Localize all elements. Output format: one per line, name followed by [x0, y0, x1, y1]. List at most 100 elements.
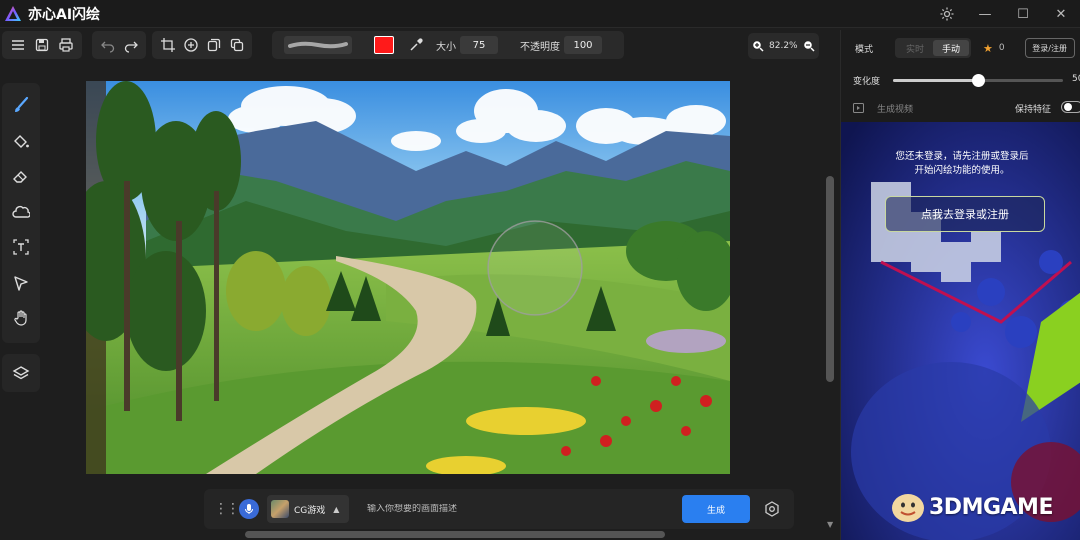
gear-icon: [940, 7, 954, 21]
menu-button[interactable]: [6, 33, 30, 57]
zoom-level: 82.2%: [769, 41, 798, 51]
go-login-button[interactable]: 点我去登录或注册: [885, 196, 1045, 232]
style-thumbnail: [271, 500, 289, 518]
redo-button[interactable]: [119, 33, 142, 57]
shape-tool[interactable]: [5, 196, 37, 228]
text-tool[interactable]: [5, 231, 37, 263]
select-tool[interactable]: [5, 267, 37, 299]
watermark: 3DMGAME: [889, 490, 1053, 524]
app-logo-icon: [5, 5, 21, 21]
login-prompt-line-2: 开始闪绘功能的使用。: [914, 165, 1010, 176]
mode-option-realtime[interactable]: 实时: [897, 40, 933, 56]
maximize-icon: ☐: [1017, 6, 1029, 22]
history-tools: [92, 31, 146, 59]
close-icon: ✕: [1055, 6, 1067, 22]
eyedropper-icon: [410, 38, 423, 51]
variation-row: 变化度 50: [841, 72, 1080, 88]
watermark-text: 3DMGAME: [929, 494, 1053, 520]
brush-settings: 大小 75 不透明度 100: [272, 31, 624, 59]
variation-label: 变化度: [853, 76, 881, 87]
zoom-out-icon[interactable]: [803, 40, 815, 52]
opacity-input[interactable]: 100: [564, 36, 602, 54]
variation-slider[interactable]: [893, 74, 1063, 87]
voice-input-button[interactable]: [239, 499, 259, 519]
watermark-mascot-icon: [892, 494, 924, 522]
opacity-label: 不透明度: [520, 41, 560, 53]
caret-up-icon: ▲: [333, 504, 340, 514]
brush-tool[interactable]: [5, 89, 37, 121]
prompt-input[interactable]: [367, 504, 667, 514]
brush-color-swatch[interactable]: [374, 36, 394, 54]
promo-artwork: [841, 122, 1080, 540]
copy-icon: [230, 38, 243, 52]
zoom-control: 82.2%: [748, 33, 819, 59]
zoom-in-icon[interactable]: [752, 40, 764, 52]
points-count: 0: [998, 43, 1005, 53]
prompt-bar: ⋮⋮ CG游戏 ▲ 生成: [204, 489, 794, 529]
eraser-icon: [13, 171, 27, 183]
keep-feature-label: 保持特征: [1015, 105, 1052, 115]
video-row: 生成视频 保持特征: [841, 100, 1080, 116]
add-button[interactable]: [179, 33, 202, 57]
cloud-shape-icon: [12, 205, 30, 218]
mode-label: 模式: [855, 44, 874, 55]
undo-button[interactable]: [96, 33, 119, 57]
tool-palette: [2, 83, 40, 343]
drawing-canvas[interactable]: [86, 81, 730, 474]
style-label: CG游戏: [294, 505, 326, 516]
text-icon: [13, 239, 29, 255]
minimize-icon: —: [978, 6, 992, 22]
horizontal-scrollbar[interactable]: [245, 531, 665, 538]
keep-feature-toggle[interactable]: [1061, 101, 1080, 113]
toggle-knob: [1064, 103, 1072, 111]
menu-icon: [12, 40, 24, 50]
crop-icon: [160, 38, 175, 52]
duplicate-icon: [207, 38, 220, 52]
save-button[interactable]: [30, 33, 54, 57]
hand-tool[interactable]: [5, 302, 37, 334]
login-promo-panel: 您还未登录，请先注册或登录后 开始闪绘功能的使用。 点我去登录或注册 3DMGA…: [841, 122, 1080, 540]
fill-tool[interactable]: [5, 125, 37, 157]
maximize-button[interactable]: ☐: [1004, 0, 1042, 28]
toolbar: 大小 75 不透明度 100 82.2%: [0, 30, 838, 60]
style-selector[interactable]: CG游戏 ▲: [267, 495, 349, 523]
vertical-scrollbar[interactable]: [826, 176, 834, 382]
login-register-button[interactable]: 登录/注册: [1024, 38, 1075, 58]
brush-preview[interactable]: [284, 36, 352, 54]
eyedropper-button[interactable]: [404, 33, 428, 57]
undo-icon: [100, 41, 114, 53]
generation-settings-button[interactable]: [760, 497, 784, 521]
layers-button[interactable]: [2, 354, 40, 392]
print-button[interactable]: [54, 33, 78, 57]
size-input[interactable]: 75: [460, 36, 498, 54]
variation-slider-knob[interactable]: [972, 74, 985, 87]
mode-toggle: 实时 手动: [895, 38, 972, 58]
copy-button[interactable]: [225, 33, 248, 57]
duplicate-button[interactable]: [202, 33, 225, 57]
drag-handle-icon[interactable]: ⋮⋮: [214, 501, 240, 517]
file-tools: [2, 31, 82, 59]
eraser-tool[interactable]: [5, 160, 37, 192]
close-button[interactable]: ✕: [1042, 0, 1080, 28]
crop-button[interactable]: [156, 33, 179, 57]
title-bar: 亦心AI闪绘 — ☐ ✕: [0, 0, 1080, 28]
generate-video-label[interactable]: 生成视频: [877, 102, 913, 115]
login-prompt-line-1: 您还未登录，请先注册或登录后: [895, 151, 1029, 162]
brush-icon: [15, 96, 29, 112]
canvas-image: [86, 81, 730, 474]
variation-value: 50: [1072, 74, 1080, 84]
app-title: 亦心AI闪绘: [28, 6, 101, 23]
minimize-button[interactable]: —: [966, 0, 1004, 28]
mode-row: 模式 实时 手动 ★ 0 登录/注册: [841, 36, 1080, 60]
plus-circle-icon: [183, 38, 198, 52]
video-icon: [853, 103, 864, 113]
mode-option-manual[interactable]: 手动: [933, 40, 970, 56]
canvas-tools: [152, 31, 252, 59]
generate-button[interactable]: 生成: [682, 495, 750, 523]
scroll-down-icon[interactable]: ▼: [827, 520, 833, 529]
settings-button[interactable]: [928, 0, 966, 28]
variation-slider-fill: [893, 79, 978, 82]
print-icon: [59, 38, 73, 52]
redo-icon: [124, 41, 138, 53]
star-icon: ★: [983, 41, 993, 55]
